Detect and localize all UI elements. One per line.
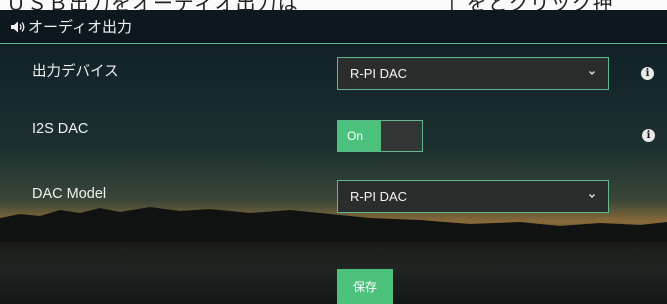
dac-model-value: R-PI DAC xyxy=(350,189,408,204)
section-title: オーディオ出力 xyxy=(28,18,132,36)
chevron-down-icon xyxy=(589,71,595,75)
chevron-down-icon xyxy=(589,194,595,198)
toggle-on-segment: On xyxy=(338,121,381,151)
save-button[interactable]: 保存 xyxy=(337,269,393,304)
caption-text: ＵＳＢ出力をオーディオ出力は 」をとクリック押 xyxy=(6,0,614,10)
speaker-icon xyxy=(11,21,25,32)
info-icon[interactable]: i xyxy=(642,129,655,142)
dac-model-select[interactable]: R-PI DAC xyxy=(337,180,609,213)
output-device-label: 出力デバイス xyxy=(32,64,119,80)
i2s-dac-toggle[interactable]: On xyxy=(337,120,423,152)
caption-strip: ＵＳＢ出力をオーディオ出力は 」をとクリック押 xyxy=(0,0,667,10)
output-device-select[interactable]: R-PI DAC xyxy=(337,57,609,90)
dac-model-label: DAC Model xyxy=(32,186,107,202)
info-icon[interactable]: i xyxy=(641,67,654,80)
i2s-dac-label: I2S DAC xyxy=(32,121,89,137)
output-device-value: R-PI DAC xyxy=(350,66,408,81)
section-header: オーディオ出力 xyxy=(0,10,667,44)
